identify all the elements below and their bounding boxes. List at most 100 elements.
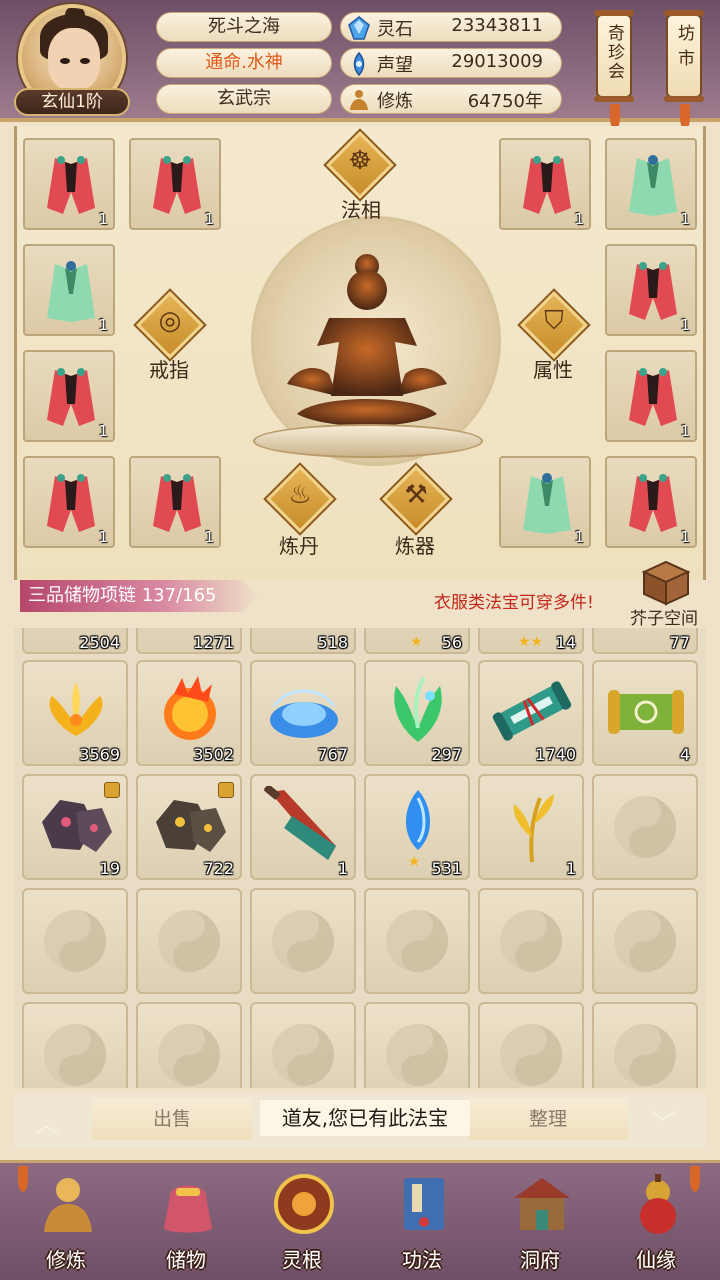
nav-technique[interactable]: 功法 (372, 1166, 472, 1278)
taiji-icon (386, 1024, 448, 1086)
empty-slot[interactable] (478, 1002, 584, 1088)
inventory-slot[interactable]: 19 (22, 774, 128, 880)
spirit-root-icon (274, 1174, 334, 1234)
equip-slot-right-1[interactable]: 1 (499, 138, 591, 230)
inventory-slot[interactable]: 77 (592, 628, 698, 654)
sect-label[interactable]: 玄武宗 (156, 84, 332, 114)
taiji-icon (158, 910, 220, 972)
bag-capacity: 137/165 (141, 585, 217, 606)
equip-count: 1 (98, 422, 108, 440)
organize-button[interactable]: 整理 (468, 1098, 628, 1140)
fire-flower-icon (164, 676, 216, 740)
top-header: 玄仙1阶 死斗之海 通命.水神 玄武宗 灵石 23343811 声望 29013… (0, 0, 720, 130)
mustard-space-icon[interactable] (636, 560, 696, 606)
equip-slot-right-5[interactable]: 1 (499, 456, 591, 548)
equip-count: 1 (98, 528, 108, 546)
attributes-button[interactable]: ⛉ (520, 291, 588, 359)
equip-slot-right-6[interactable]: 1 (605, 456, 697, 548)
technique-book-icon (404, 1178, 444, 1230)
chevron-down-icon[interactable]: ﹀ (650, 1104, 676, 1141)
inventory-slot[interactable]: ★ 531 (364, 774, 470, 880)
inventory-slot[interactable]: ★★ 14 (478, 628, 584, 654)
inventory-slot[interactable]: 2504 (22, 628, 128, 654)
empty-slot[interactable] (364, 1002, 470, 1088)
nav-storage[interactable]: 储物 (136, 1166, 236, 1278)
equip-count: 1 (680, 422, 690, 440)
star-icon: ★ (410, 634, 423, 650)
treasure-shop-button[interactable]: 奇珍会 (594, 10, 634, 102)
mustard-space-label[interactable]: 芥子空间 (630, 604, 698, 629)
item-count: 1740 (535, 745, 576, 764)
jade-scroll-icon (492, 681, 572, 741)
empty-slot[interactable] (478, 888, 584, 994)
nav-cave[interactable]: 洞府 (490, 1166, 590, 1278)
item-count: 56 (441, 633, 462, 652)
refining-button[interactable]: ⚒ (382, 465, 450, 533)
sell-button[interactable]: 出售 (92, 1098, 252, 1140)
avatar-bun (65, 8, 85, 24)
taiji-icon (158, 1024, 220, 1086)
nav-cultivate[interactable]: 修炼 (16, 1166, 116, 1278)
inventory-slot[interactable]: 518 (250, 628, 356, 654)
nav-cave-label: 洞府 (520, 1248, 560, 1272)
ring-button[interactable]: ◎ (136, 291, 204, 359)
empty-slot[interactable] (364, 888, 470, 994)
inventory-slot[interactable]: ★ 56 (364, 628, 470, 654)
empty-slot[interactable] (592, 888, 698, 994)
fate-label[interactable]: 通命.水神 (156, 48, 332, 78)
item-count: 77 (669, 633, 690, 652)
equip-slot-right-2[interactable]: 1 (605, 138, 697, 230)
equip-slot-left-1[interactable]: 1 (23, 138, 115, 230)
nav-fate[interactable]: 仙缘 (606, 1166, 706, 1278)
equip-count: 1 (574, 210, 584, 228)
empty-slot[interactable] (592, 1002, 698, 1088)
inventory-slot[interactable]: 1740 (478, 660, 584, 766)
inventory-slot[interactable]: 1 (478, 774, 584, 880)
ring-label: 戒指 (149, 358, 189, 382)
cultivation-value: 64750年 (467, 91, 543, 112)
empty-slot[interactable] (22, 888, 128, 994)
dharma-form-button[interactable]: ☸ (326, 131, 394, 199)
inventory-slot[interactable]: 1271 (136, 628, 242, 654)
empty-slot[interactable] (592, 774, 698, 880)
spirit-stone-icon (348, 16, 370, 40)
taiji-icon (386, 910, 448, 972)
equip-slot-left-4[interactable]: 1 (23, 350, 115, 442)
market-button[interactable]: 坊市 (664, 10, 704, 102)
empty-slot[interactable] (250, 888, 356, 994)
equip-count: 1 (680, 528, 690, 546)
inventory-slot[interactable]: 1 (250, 774, 356, 880)
equip-slot-right-3[interactable]: 1 (605, 244, 697, 336)
inventory-slot[interactable]: 767 (250, 660, 356, 766)
equip-slot-left-2[interactable]: 1 (129, 138, 221, 230)
chevron-up-icon[interactable]: ︿ (34, 1104, 60, 1141)
equip-slot-left-5[interactable]: 1 (23, 456, 115, 548)
empty-slot[interactable] (250, 1002, 356, 1088)
equip-slot-left-3[interactable]: 1 (23, 244, 115, 336)
pedestal (253, 424, 483, 458)
item-count: 518 (317, 633, 348, 652)
inventory-slot[interactable]: 297 (364, 660, 470, 766)
alchemy-button[interactable]: ♨ (266, 465, 334, 533)
lock-icon (218, 782, 234, 798)
nav-technique-label: 功法 (402, 1248, 442, 1272)
empty-slot[interactable] (22, 1002, 128, 1088)
equip-slot-right-4[interactable]: 1 (605, 350, 697, 442)
empty-slot[interactable] (136, 1002, 242, 1088)
anvil-icon: ⚒ (404, 480, 428, 510)
empty-slot[interactable] (136, 888, 242, 994)
green-robe-icon (47, 261, 95, 322)
golden-grass-icon (513, 794, 554, 863)
inventory-slot[interactable]: 3569 (22, 660, 128, 766)
item-count: 3502 (193, 745, 234, 764)
inventory-slot[interactable]: 4 (592, 660, 698, 766)
equip-count: 1 (98, 210, 108, 228)
refining-label: 炼器 (395, 534, 435, 558)
gourd-icon (640, 1174, 676, 1234)
inventory-slot[interactable]: 3502 (136, 660, 242, 766)
equip-count: 1 (574, 528, 584, 546)
nav-spirit-root[interactable]: 灵根 (252, 1166, 352, 1278)
inventory-slot[interactable]: 722 (136, 774, 242, 880)
green-robe-icon (629, 155, 677, 216)
equip-slot-left-6[interactable]: 1 (129, 456, 221, 548)
